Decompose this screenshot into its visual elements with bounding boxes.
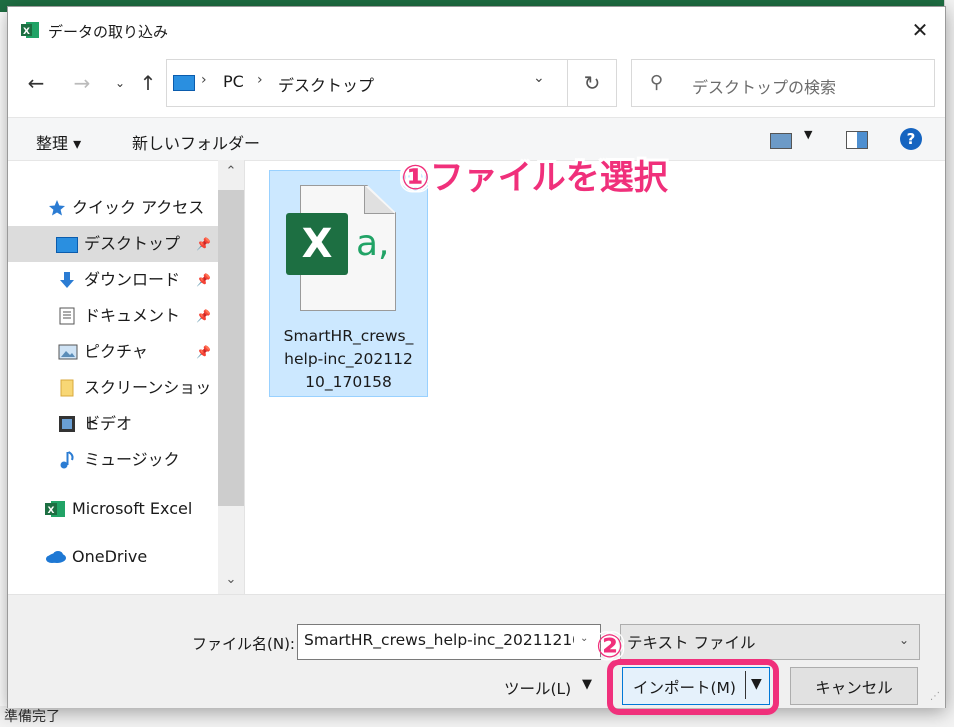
nav-item-quick-access[interactable]: クイック アクセス: [8, 190, 218, 226]
svg-text:X: X: [23, 27, 30, 37]
dialog-footer: ファイル名(N): SmartHR_crews_help-inc_2021121…: [8, 594, 945, 708]
filename-input[interactable]: SmartHR_crews_help-inc_20211210 ⌄: [297, 624, 601, 660]
excel-status-bar: 準備完了: [0, 706, 954, 727]
recent-locations-button[interactable]: ⌄: [106, 69, 134, 97]
file-name-line: SmartHR_crews_: [283, 327, 414, 345]
new-folder-button[interactable]: 新しいフォルダー: [132, 130, 260, 154]
download-icon: [60, 272, 74, 288]
tools-button[interactable]: ツール(L): [504, 677, 571, 699]
excel-icon: X: [45, 501, 65, 517]
filetype-select[interactable]: テキスト ファイル ⌄: [620, 624, 920, 660]
nav-item-label: OneDrive: [72, 547, 148, 566]
file-name: SmartHR_crews_ help-inc_202112 10_170158: [274, 325, 423, 394]
desktop-icon: [56, 237, 78, 253]
pin-icon[interactable]: 📌: [196, 298, 211, 334]
nav-item-pictures[interactable]: ピクチャ 📌: [8, 334, 218, 370]
document-icon: [59, 307, 75, 325]
filename-value: SmartHR_crews_help-inc_20211210: [304, 631, 574, 649]
chevron-right-icon[interactable]: ›: [257, 72, 263, 88]
search-icon: ⚲: [650, 72, 664, 93]
back-button[interactable]: ←: [22, 69, 50, 97]
resize-grip-icon[interactable]: ⋰: [930, 691, 940, 702]
chevron-right-icon[interactable]: ›: [201, 72, 207, 88]
nav-item-label: ビデオ: [84, 414, 133, 433]
import-data-dialog: X データの取り込み ✕ ← → ⌄ ↑ › PC › デスクトップ ⌄ ↻ ⚲…: [7, 6, 946, 715]
organize-button[interactable]: 整理 ▾: [36, 130, 81, 154]
up-button[interactable]: ↑: [134, 69, 162, 97]
nav-item-label: ピクチャ: [84, 342, 148, 361]
cancel-button-label: キャンセル: [815, 679, 893, 697]
excel-icon: X: [286, 213, 348, 275]
navigation-pane: クイック アクセス デスクトップ 📌 ダウンロード 📌 ドキュメント 📌 ピクチ…: [8, 160, 218, 594]
nav-item-label: Microsoft Excel: [72, 499, 193, 518]
address-bar[interactable]: › PC › デスクトップ ⌄: [166, 59, 568, 107]
scroll-down-button[interactable]: ⌄: [218, 572, 244, 592]
file-item[interactable]: X a, SmartHR_crews_ help-inc_202112 10_1…: [269, 170, 428, 397]
svg-text:X: X: [48, 506, 55, 516]
pin-icon[interactable]: 📌: [196, 334, 211, 370]
nav-item-documents[interactable]: ドキュメント 📌: [8, 298, 218, 334]
chevron-down-icon[interactable]: ⌄: [580, 633, 588, 644]
help-icon[interactable]: ?: [900, 128, 922, 150]
csv-icon-suffix: a,: [356, 223, 390, 264]
pane-divider: [244, 160, 245, 594]
pin-icon[interactable]: 📌: [196, 262, 211, 298]
search-placeholder: デスクトップの検索: [692, 78, 837, 97]
nav-item-screenshots[interactable]: スクリーンショット: [8, 370, 218, 433]
annotation-step-1: ①ファイルを選択: [401, 158, 668, 198]
view-options-icon[interactable]: [770, 133, 792, 149]
nav-item-music[interactable]: ミュージック: [8, 442, 218, 478]
scroll-up-button[interactable]: ⌃: [218, 164, 244, 184]
preview-pane-icon[interactable]: [846, 131, 868, 149]
nav-item-label: クイック アクセス: [72, 198, 205, 217]
excel-icon: X: [21, 22, 39, 38]
star-icon: [49, 200, 65, 216]
onedrive-icon: [46, 551, 66, 563]
file-name-line: 10_170158: [305, 373, 392, 391]
breadcrumb-pc[interactable]: PC: [223, 72, 244, 91]
nav-item-videos[interactable]: ビデオ: [8, 406, 218, 442]
nav-item-onedrive[interactable]: OneDrive: [8, 539, 218, 575]
view-dropdown-button[interactable]: ▼: [804, 128, 812, 141]
dialog-title: データの取り込み: [48, 23, 169, 41]
chevron-down-icon[interactable]: ⌄: [533, 70, 545, 86]
forward-button[interactable]: →: [68, 69, 96, 97]
status-text: 準備完了: [4, 709, 60, 725]
breadcrumb-desktop[interactable]: デスクトップ: [278, 72, 374, 96]
nav-item-label: ミュージック: [84, 450, 180, 469]
nav-item-downloads[interactable]: ダウンロード 📌: [8, 262, 218, 298]
chevron-down-icon[interactable]: ⌄: [899, 633, 909, 647]
picture-icon: [58, 344, 78, 360]
nav-item-desktop[interactable]: デスクトップ 📌: [8, 226, 218, 262]
pc-icon: [173, 75, 195, 91]
import-highlight-box: [607, 659, 779, 715]
nav-item-label: ダウンロード: [84, 270, 181, 289]
music-icon: [60, 451, 74, 469]
video-icon: [59, 416, 75, 432]
close-button[interactable]: ✕: [906, 17, 934, 43]
nav-item-label: ドキュメント: [84, 306, 181, 325]
filename-label: ファイル名(N):: [192, 635, 295, 653]
scroll-thumb[interactable]: [218, 190, 244, 506]
folder-icon: [60, 379, 74, 397]
cancel-button[interactable]: キャンセル: [790, 667, 918, 705]
filetype-value: テキスト ファイル: [627, 634, 756, 652]
tools-dropdown-icon[interactable]: ▼: [582, 677, 592, 692]
pin-icon[interactable]: 📌: [196, 226, 211, 262]
annotation-step-2: ②: [596, 627, 624, 665]
nav-scrollbar[interactable]: ⌃ ⌄: [218, 160, 244, 594]
search-input[interactable]: ⚲ デスクトップの検索: [631, 59, 935, 107]
file-name-line: help-inc_202112: [284, 350, 413, 368]
refresh-button[interactable]: ↻: [568, 59, 617, 107]
nav-item-microsoft-excel[interactable]: X Microsoft Excel: [8, 491, 218, 527]
nav-item-label: デスクトップ: [84, 234, 181, 253]
